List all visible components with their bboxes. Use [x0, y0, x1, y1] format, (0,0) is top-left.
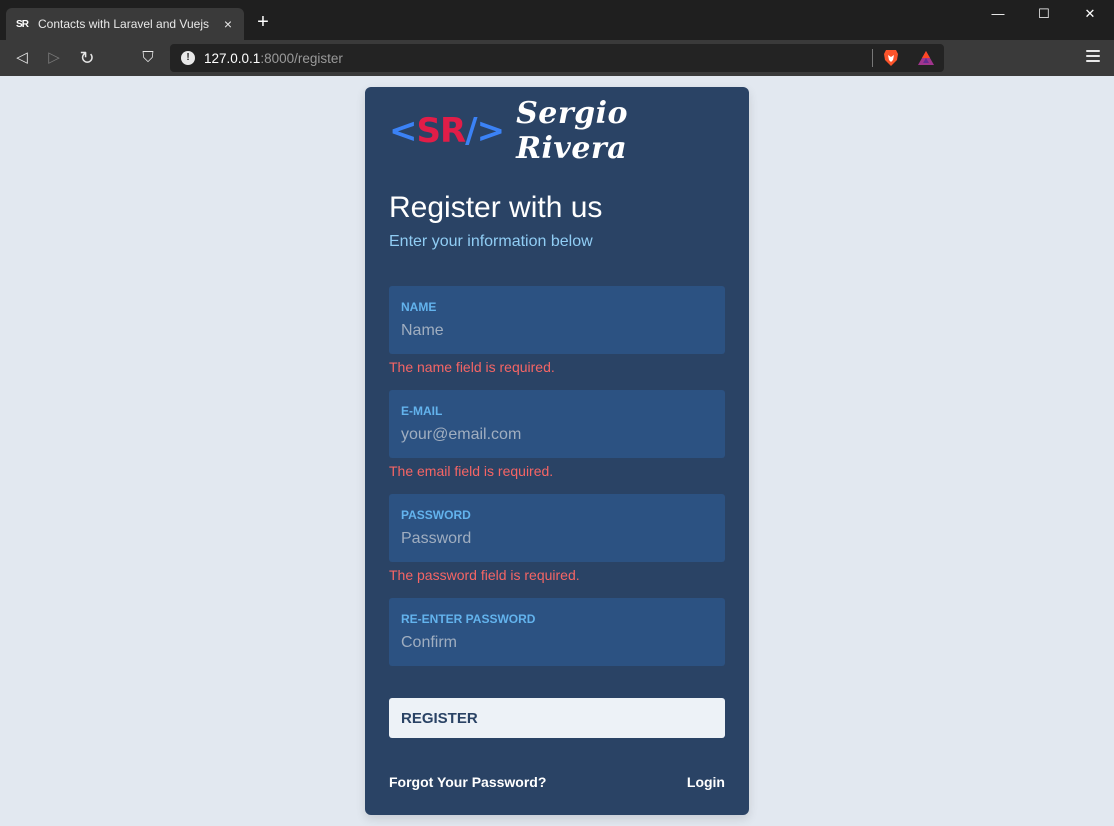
- address-bar[interactable]: ! 127.0.0.1:8000/register: [170, 44, 944, 72]
- password-input[interactable]: [401, 528, 711, 550]
- brave-shield-icon[interactable]: [883, 49, 899, 67]
- minimize-button[interactable]: —: [986, 6, 1010, 21]
- logo-bracket-open: <: [389, 111, 417, 151]
- bookmark-button[interactable]: ⛉: [138, 48, 158, 68]
- confirm-password-field[interactable]: RE-ENTER PASSWORD: [389, 598, 725, 666]
- brave-rewards-icon[interactable]: [917, 49, 935, 67]
- tab-favicon-icon: SR: [16, 18, 29, 30]
- url-text[interactable]: 127.0.0.1:8000/register: [204, 51, 343, 66]
- password-field[interactable]: PASSWORD: [389, 494, 725, 562]
- maximize-button[interactable]: ☐: [1032, 6, 1056, 22]
- reload-button[interactable]: ↻: [77, 48, 97, 68]
- page-subtitle: Enter your information below: [389, 233, 593, 250]
- logo-bracket-close: />: [465, 111, 505, 151]
- name-error: The name field is required.: [389, 359, 555, 375]
- name-label: NAME: [401, 300, 437, 314]
- confirm-password-label: RE-ENTER PASSWORD: [401, 612, 536, 626]
- new-tab-button[interactable]: +: [252, 12, 274, 32]
- browser-titlebar: SR Contacts with Laravel and Vuejs × + —…: [0, 0, 1114, 40]
- url-separator: [872, 49, 873, 67]
- email-error: The email field is required.: [389, 463, 554, 479]
- url-host: 127.0.0.1: [204, 50, 261, 66]
- hamburger-menu-icon[interactable]: [1086, 50, 1100, 65]
- logo-name: Sergio Rivera: [516, 96, 629, 166]
- register-button[interactable]: REGISTER: [389, 698, 725, 738]
- tab-title: Contacts with Laravel and Vuejs: [38, 17, 209, 31]
- logo-mark: < SR/>: [389, 111, 505, 151]
- login-link[interactable]: Login: [687, 774, 725, 790]
- email-field[interactable]: E-MAIL: [389, 390, 725, 458]
- back-button[interactable]: ◁: [12, 48, 32, 68]
- name-field[interactable]: NAME: [389, 286, 725, 354]
- forward-button[interactable]: ▷: [44, 48, 64, 68]
- close-window-button[interactable]: ✕: [1078, 6, 1102, 22]
- url-path: :8000/register: [260, 50, 343, 66]
- logo-initials: SR: [416, 111, 467, 151]
- email-label: E-MAIL: [401, 404, 443, 418]
- logo: < SR/> Sergio Rivera: [389, 96, 749, 166]
- browser-toolbar: ◁ ▷ ↻ ⛉ ! 127.0.0.1:8000/register: [0, 40, 1114, 76]
- name-input[interactable]: [401, 320, 711, 342]
- register-card: < SR/> Sergio Rivera Register with us Ent…: [365, 87, 749, 815]
- password-label: PASSWORD: [401, 508, 471, 522]
- password-error: The password field is required.: [389, 567, 580, 583]
- browser-tab[interactable]: SR Contacts with Laravel and Vuejs ×: [6, 8, 244, 40]
- confirm-password-input[interactable]: [401, 632, 711, 654]
- forgot-password-link[interactable]: Forgot Your Password?: [389, 774, 546, 790]
- email-input[interactable]: [401, 424, 711, 446]
- page-title: Register with us: [389, 191, 603, 224]
- info-icon[interactable]: !: [181, 51, 195, 65]
- tab-close-icon[interactable]: ×: [220, 16, 236, 32]
